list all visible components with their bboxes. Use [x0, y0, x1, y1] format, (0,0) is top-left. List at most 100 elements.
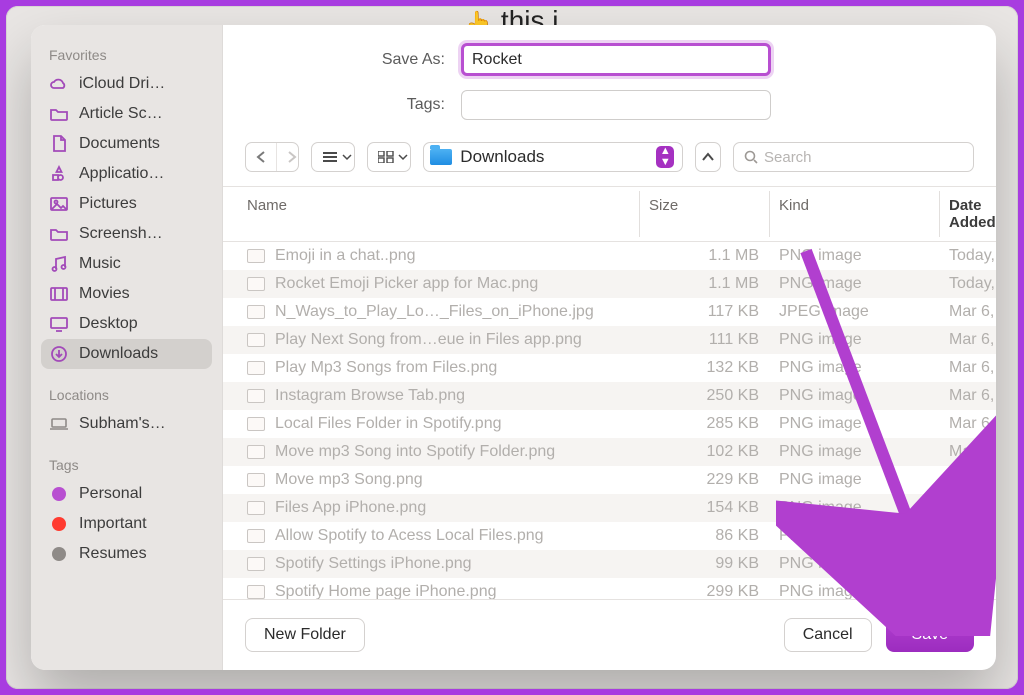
sidebar-item[interactable]: Movies	[41, 279, 212, 309]
file-thumb-icon	[247, 501, 265, 515]
file-name: Spotify Settings iPhone.png	[275, 555, 472, 573]
sidebar-item-label: Music	[79, 255, 121, 273]
file-row[interactable]: N_Ways_to_Play_Lo…_Files_on_iPhone.jpg 1…	[223, 298, 996, 326]
search-field[interactable]	[733, 142, 974, 172]
save-as-input[interactable]	[461, 43, 771, 76]
sidebar-tag-item[interactable]: Resumes	[41, 539, 212, 569]
sidebar-item[interactable]: Applicatio…	[41, 159, 212, 189]
file-name: Emoji in a chat..png	[275, 247, 416, 265]
sidebar-item[interactable]: Pictures	[41, 189, 212, 219]
download-icon	[49, 345, 69, 363]
sidebar-item-label: Article Sc…	[79, 105, 163, 123]
file-size: 229 KB	[649, 471, 779, 489]
music-icon	[49, 255, 69, 273]
sidebar-item[interactable]: Subham's…	[41, 409, 212, 439]
file-kind: PNG image	[779, 499, 949, 517]
file-list[interactable]: Emoji in a chat..png 1.1 MB PNG image To…	[223, 242, 996, 599]
location-dropdown[interactable]: Downloads ▲▼	[423, 142, 683, 172]
file-kind: PNG image	[779, 527, 949, 545]
file-kind: PNG image	[779, 331, 949, 349]
file-date: Mar 6, 202	[949, 471, 996, 489]
sidebar-tag-item[interactable]: Important	[41, 509, 212, 539]
updown-chevrons-icon: ▲▼	[656, 146, 674, 168]
nav-back-button[interactable]	[246, 143, 276, 171]
file-thumb-icon	[247, 249, 265, 263]
sidebar-item[interactable]: Documents	[41, 129, 212, 159]
file-thumb-icon	[247, 333, 265, 347]
sidebar: Favorites iCloud Dri…Article Sc…Document…	[31, 25, 223, 670]
file-size: 285 KB	[649, 415, 779, 433]
file-date: Mar 6, 202	[949, 415, 996, 433]
group-toggle[interactable]	[367, 142, 411, 172]
sidebar-item-label: Personal	[79, 485, 142, 503]
file-row[interactable]: Spotify Home page iPhone.png 299 KB PNG …	[223, 578, 996, 599]
sidebar-item[interactable]: Music	[41, 249, 212, 279]
doc-icon	[49, 135, 69, 153]
sidebar-tag-item[interactable]: Personal	[41, 479, 212, 509]
view-list-toggle[interactable]	[311, 142, 355, 172]
cancel-button[interactable]: Cancel	[784, 618, 872, 652]
save-button[interactable]: Save	[886, 618, 974, 652]
file-thumb-icon	[247, 389, 265, 403]
file-row[interactable]: Play Mp3 Songs from Files.png 132 KB PNG…	[223, 354, 996, 382]
sidebar-item-label: Resumes	[79, 545, 147, 563]
file-row[interactable]: Files App iPhone.png 154 KB PNG image Ma…	[223, 494, 996, 522]
apps-icon	[49, 165, 69, 183]
column-header-name[interactable]: Name	[247, 197, 649, 231]
movie-icon	[49, 286, 69, 302]
file-name: Rocket Emoji Picker app for Mac.png	[275, 275, 538, 293]
file-size: 117 KB	[649, 303, 779, 321]
file-thumb-icon	[247, 305, 265, 319]
file-size: 1.1 MB	[649, 275, 779, 293]
search-input[interactable]	[764, 149, 963, 166]
tag-dot-icon	[49, 487, 69, 501]
file-row[interactable]: Rocket Emoji Picker app for Mac.png 1.1 …	[223, 270, 996, 298]
column-header-kind[interactable]: Kind	[779, 197, 949, 231]
file-name: Move mp3 Song into Spotify Folder.png	[275, 443, 555, 461]
sidebar-item-label: Documents	[79, 135, 160, 153]
sidebar-item[interactable]: Desktop	[41, 309, 212, 339]
tags-label: Tags:	[245, 96, 445, 114]
toolbar: Downloads ▲▼	[223, 138, 996, 187]
file-size: 299 KB	[649, 583, 779, 599]
sidebar-item[interactable]: Article Sc…	[41, 99, 212, 129]
cloud-icon	[49, 76, 69, 92]
file-row[interactable]: Spotify Settings iPhone.png 99 KB PNG im…	[223, 550, 996, 578]
sidebar-item[interactable]: Screensh…	[41, 219, 212, 249]
save-as-label: Save As:	[245, 51, 445, 69]
file-date: Mar 6, 202	[949, 303, 996, 321]
collapse-button[interactable]	[695, 142, 721, 172]
folder-icon	[49, 106, 69, 122]
file-date: Today, 12:1	[949, 275, 996, 293]
new-folder-button[interactable]: New Folder	[245, 618, 365, 652]
tags-input[interactable]	[461, 90, 771, 120]
file-size: 99 KB	[649, 555, 779, 573]
file-row[interactable]: Move mp3 Song.png 229 KB PNG image Mar 6…	[223, 466, 996, 494]
sidebar-item[interactable]: iCloud Dri…	[41, 69, 212, 99]
column-header-size[interactable]: Size	[649, 197, 779, 231]
column-header-date[interactable]: Date Added	[949, 197, 996, 231]
file-date: Mar 6, 202	[949, 387, 996, 405]
list-view-button[interactable]	[312, 143, 355, 171]
save-dialog: Favorites iCloud Dri…Article Sc…Document…	[31, 25, 996, 670]
file-date: Mar 6, 202	[949, 527, 996, 545]
group-button[interactable]	[368, 143, 411, 171]
file-row[interactable]: Move mp3 Song into Spotify Folder.png 10…	[223, 438, 996, 466]
search-icon	[744, 150, 758, 164]
file-row[interactable]: Play Next Song from…eue in Files app.png…	[223, 326, 996, 354]
file-row[interactable]: Emoji in a chat..png 1.1 MB PNG image To…	[223, 242, 996, 270]
image-icon	[49, 196, 69, 212]
file-list-header[interactable]: Name Size Kind Date Added	[223, 187, 996, 242]
file-size: 1.1 MB	[649, 247, 779, 265]
laptop-icon	[49, 416, 69, 432]
file-name: Allow Spotify to Acess Local Files.png	[275, 527, 544, 545]
file-row[interactable]: Local Files Folder in Spotify.png 285 KB…	[223, 410, 996, 438]
file-row[interactable]: Instagram Browse Tab.png 250 KB PNG imag…	[223, 382, 996, 410]
file-name: Move mp3 Song.png	[275, 471, 423, 489]
file-thumb-icon	[247, 585, 265, 599]
nav-forward-button[interactable]	[276, 143, 299, 171]
sidebar-item[interactable]: Downloads	[41, 339, 212, 369]
file-row[interactable]: Allow Spotify to Acess Local Files.png 8…	[223, 522, 996, 550]
folder-icon	[430, 149, 452, 165]
file-date: Mar 6, 202	[949, 359, 996, 377]
